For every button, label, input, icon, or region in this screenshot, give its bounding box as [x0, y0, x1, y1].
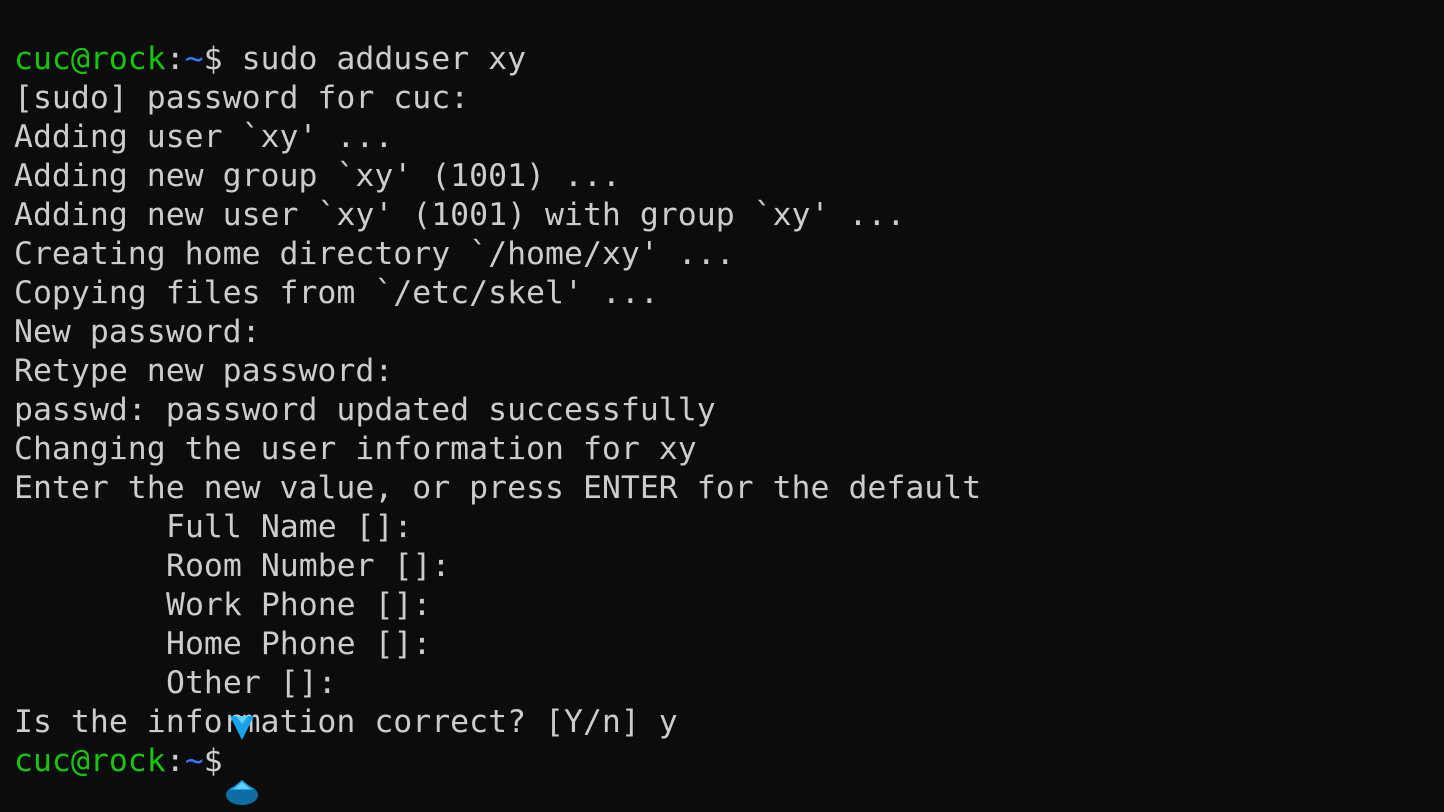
output-line: Adding new user `xy' (1001) with group `… [14, 197, 906, 233]
prompt-user-host: cuc@rock [14, 743, 166, 779]
output-line: [sudo] password for cuc: [14, 80, 470, 116]
output-line: Adding user `xy' ... [14, 119, 394, 155]
full-name-prompt: Full Name []: [166, 509, 413, 545]
prompt-colon: : [165, 743, 185, 779]
indented-output-line: Full Name []: [14, 508, 1444, 547]
indented-output-line: Room Number []: [14, 547, 1444, 586]
output-line: New password: [14, 314, 261, 350]
command-text: sudo adduser xy [241, 41, 527, 77]
output-line: Copying files from `/etc/skel' ... [14, 275, 659, 311]
output-line: Creating home directory `/home/xy' ... [14, 236, 735, 272]
indented-output-line: Other []: [14, 664, 1444, 703]
terminal-window[interactable]: cuc@rock:~$ sudo adduser xy [sudo] passw… [0, 0, 1444, 812]
prompt-symbol: $ [203, 41, 242, 77]
output-line: passwd: password updated successfully [14, 392, 716, 428]
room-number-prompt: Room Number []: [166, 548, 451, 584]
output-line: Adding new group `xy' (1001) ... [14, 158, 621, 194]
prompt-colon: : [165, 41, 185, 77]
output-line: Enter the new value, or press ENTER for … [14, 470, 982, 506]
text-selection-handle-icon[interactable] [226, 778, 258, 806]
prompt-line: cuc@rock:~$ [14, 742, 1444, 781]
other-prompt: Other []: [166, 665, 337, 701]
output-line: Retype new password: [14, 353, 394, 389]
indented-output-line: Home Phone []: [14, 625, 1444, 664]
work-phone-prompt: Work Phone []: [166, 587, 432, 623]
indented-output-line: Work Phone []: [14, 586, 1444, 625]
prompt-path: ~ [184, 743, 204, 779]
prompt-user-host: cuc@rock [14, 41, 166, 77]
prompt-symbol: $ [203, 743, 242, 779]
output-line: Changing the user information for xy [14, 431, 697, 467]
prompt-line: cuc@rock:~$ sudo adduser xy [14, 40, 1444, 79]
prompt-path: ~ [184, 41, 204, 77]
home-phone-prompt: Home Phone []: [166, 626, 432, 662]
text-selection-handle-icon[interactable] [226, 714, 258, 742]
